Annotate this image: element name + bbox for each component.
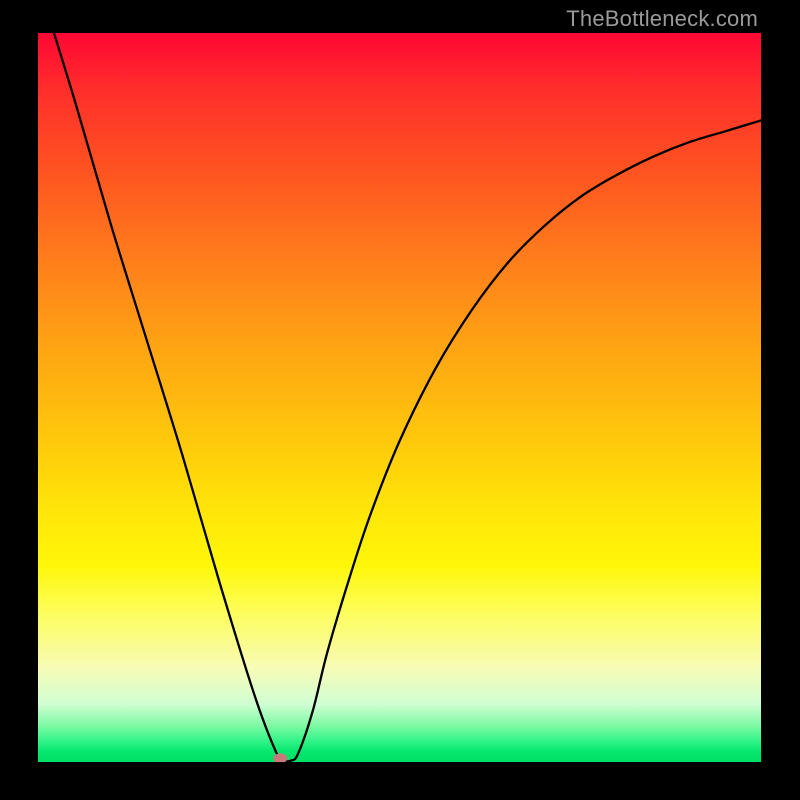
- bottleneck-curve: [38, 33, 761, 762]
- chart-frame: TheBottleneck.com: [0, 0, 800, 800]
- curve-svg: [38, 33, 761, 762]
- watermark-text: TheBottleneck.com: [566, 6, 758, 32]
- minimum-marker: [273, 753, 287, 762]
- plot-area: [38, 33, 761, 762]
